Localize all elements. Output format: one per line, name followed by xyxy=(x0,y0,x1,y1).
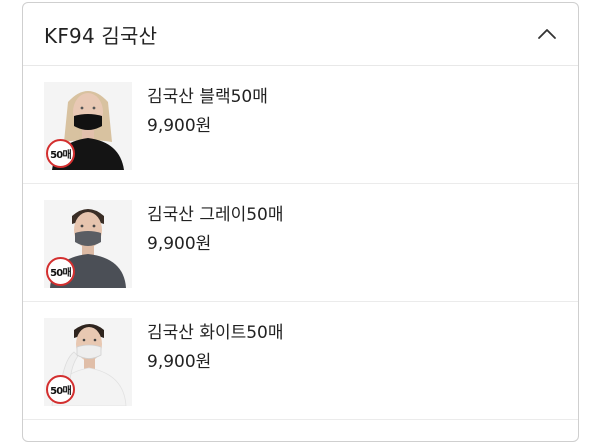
product-thumbnail: 50매 xyxy=(44,82,132,170)
product-item-gray[interactable]: 50매 김국산 그레이50매 9,900원 xyxy=(23,184,578,302)
product-price: 9,900원 xyxy=(147,352,212,372)
product-item-black[interactable]: 50매 김국산 블랙50매 9,900원 xyxy=(23,66,578,184)
accordion-header[interactable]: KF94 김국산 xyxy=(23,3,578,66)
product-name[interactable]: 김국산 블랙50매 xyxy=(147,85,268,109)
product-thumbnail: 50매 xyxy=(44,318,132,406)
quantity-badge: 50매 xyxy=(46,257,75,286)
product-price: 9,900원 xyxy=(147,116,212,136)
accordion-title: KF94 김국산 xyxy=(44,23,158,48)
product-name[interactable]: 김국산 그레이50매 xyxy=(147,203,284,227)
product-name[interactable]: 김국산 화이트50매 xyxy=(147,321,284,345)
product-price: 9,900원 xyxy=(147,234,212,254)
quantity-badge: 50매 xyxy=(46,139,75,168)
product-item-white[interactable]: 50매 김국산 화이트50매 9,900원 xyxy=(23,302,578,420)
chevron-up-icon[interactable] xyxy=(536,23,558,45)
quantity-badge: 50매 xyxy=(46,375,75,404)
product-thumbnail: 50매 xyxy=(44,200,132,288)
product-accordion: KF94 김국산 50매 김국산 블랙50매 9,900원 50매 김국산 그레… xyxy=(22,2,579,442)
